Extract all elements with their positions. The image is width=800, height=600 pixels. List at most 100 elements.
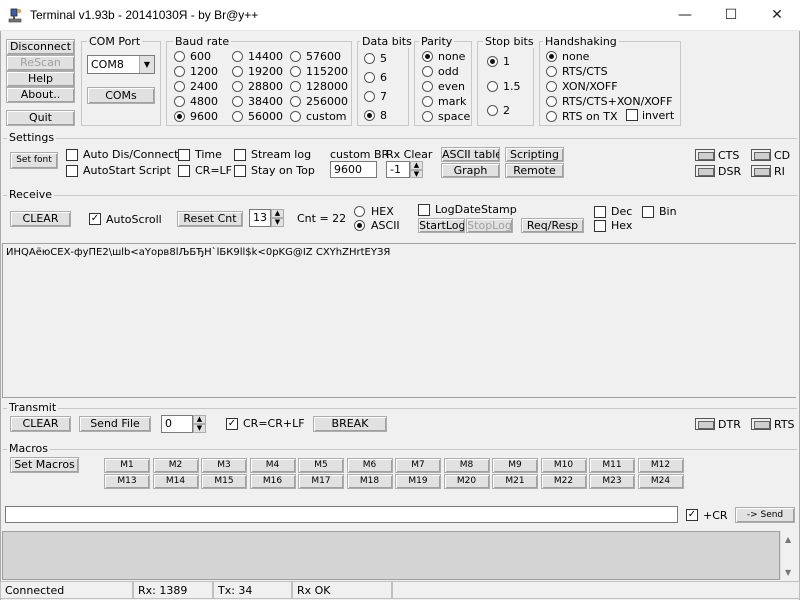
baud-57600-radio[interactable] bbox=[290, 51, 301, 62]
stay-on-top-checkbox[interactable] bbox=[234, 165, 246, 177]
set-font-button[interactable]: Set font bbox=[10, 152, 58, 169]
baud-2400-radio[interactable] bbox=[174, 81, 185, 92]
invert-checkbox[interactable] bbox=[626, 109, 638, 121]
handshaking-rts-cts-radio[interactable] bbox=[546, 66, 557, 77]
send-count-input[interactable]: 0 bbox=[161, 415, 193, 433]
baud-1200-radio[interactable] bbox=[174, 66, 185, 77]
maximize-button[interactable]: ☐ bbox=[708, 0, 754, 30]
data-bits-5-radio[interactable] bbox=[364, 53, 375, 64]
auto-dis-connect-checkbox[interactable] bbox=[66, 149, 78, 161]
stop-bits-1-radio[interactable] bbox=[487, 56, 498, 67]
bin-checkbox[interactable] bbox=[642, 206, 654, 218]
hex-checkbox[interactable] bbox=[594, 220, 606, 232]
req-resp-button[interactable]: Req/Resp bbox=[521, 218, 584, 233]
send-count-down-icon[interactable]: ▼ bbox=[193, 424, 206, 433]
custom-br-input[interactable]: 9600 bbox=[330, 161, 377, 178]
macro-m21-button[interactable]: M21 bbox=[492, 474, 538, 489]
baud-9600-radio[interactable] bbox=[174, 111, 185, 122]
baud-115200-radio[interactable] bbox=[290, 66, 301, 77]
baud-600-radio[interactable] bbox=[174, 51, 185, 62]
baud-19200-radio[interactable] bbox=[232, 66, 243, 77]
macro-m12-button[interactable]: M12 bbox=[637, 458, 684, 473]
receive-clear-button[interactable]: CLEAR bbox=[10, 211, 71, 227]
baud-4800-radio[interactable] bbox=[174, 96, 185, 107]
macro-m5-button[interactable]: M5 bbox=[298, 458, 344, 473]
reset-cnt-button[interactable]: Reset Cnt bbox=[177, 211, 243, 227]
com-port-select[interactable]: COM8 ▼ bbox=[87, 55, 155, 74]
macro-m22-button[interactable]: M22 bbox=[540, 474, 587, 489]
coms-button[interactable]: COMs bbox=[87, 87, 155, 104]
baud-56000-radio[interactable] bbox=[232, 111, 243, 122]
rts-led[interactable] bbox=[751, 418, 771, 430]
dec-checkbox[interactable] bbox=[594, 206, 606, 218]
macro-m10-button[interactable]: M10 bbox=[540, 458, 587, 473]
rescan-button[interactable]: ReScan bbox=[6, 55, 75, 71]
macro-m24-button[interactable]: M24 bbox=[637, 474, 684, 489]
macro-m11-button[interactable]: M11 bbox=[589, 458, 635, 473]
data-bits-7-radio[interactable] bbox=[364, 91, 375, 102]
cnt-up-icon[interactable]: ▲ bbox=[271, 209, 284, 218]
autostart-script-checkbox[interactable] bbox=[66, 165, 78, 177]
baud-custom-radio[interactable] bbox=[290, 111, 301, 122]
rx-clear-up-icon[interactable]: ▲ bbox=[410, 161, 423, 170]
start-log-button[interactable]: StartLog bbox=[418, 218, 465, 233]
receive-output[interactable]: ИНQАёюСЕХ-фуПЕ2\шlb<аYорв8lЉБЂН`lБК9ll$k… bbox=[2, 243, 796, 398]
handshaking-rts-on-tx-radio[interactable] bbox=[546, 111, 557, 122]
stop-bits-1-5-radio[interactable] bbox=[487, 81, 498, 92]
plus-cr-checkbox[interactable]: ✓ bbox=[686, 509, 698, 521]
send-input[interactable] bbox=[5, 506, 678, 523]
macro-m20-button[interactable]: M20 bbox=[443, 474, 490, 489]
ascii-radio[interactable] bbox=[354, 220, 365, 231]
close-button[interactable]: ✕ bbox=[754, 0, 800, 30]
macro-m6-button[interactable]: M6 bbox=[346, 458, 393, 473]
data-bits-8-radio[interactable] bbox=[364, 110, 375, 121]
parity-space-radio[interactable] bbox=[422, 111, 433, 122]
cr-crlf-checkbox[interactable]: ✓ bbox=[226, 418, 238, 430]
stop-log-button[interactable]: StopLog bbox=[466, 218, 513, 233]
transmit-log[interactable] bbox=[2, 531, 780, 580]
remote-button[interactable]: Remote bbox=[505, 163, 564, 178]
send-count-up-icon[interactable]: ▲ bbox=[193, 415, 206, 424]
transmit-clear-button[interactable]: CLEAR bbox=[10, 416, 71, 432]
scripting-button[interactable]: Scripting bbox=[505, 147, 564, 162]
break-button[interactable]: BREAK bbox=[313, 416, 387, 432]
handshaking-xon-xoff-radio[interactable] bbox=[546, 81, 557, 92]
cnt-down-icon[interactable]: ▼ bbox=[271, 218, 284, 227]
data-bits-6-radio[interactable] bbox=[364, 72, 375, 83]
hex-radio[interactable] bbox=[354, 206, 365, 217]
about-button[interactable]: About.. bbox=[6, 87, 75, 103]
parity-even-radio[interactable] bbox=[422, 81, 433, 92]
ascii-table-button[interactable]: ASCII table bbox=[441, 147, 500, 162]
macro-m13-button[interactable]: M13 bbox=[104, 474, 150, 489]
disconnect-button[interactable]: Disconnect bbox=[6, 39, 75, 55]
baud-14400-radio[interactable] bbox=[232, 51, 243, 62]
send-button[interactable]: -> Send bbox=[735, 507, 795, 523]
set-macros-button[interactable]: Set Macros bbox=[10, 457, 79, 473]
macro-m2-button[interactable]: M2 bbox=[152, 458, 199, 473]
parity-odd-radio[interactable] bbox=[422, 66, 433, 77]
macro-m15-button[interactable]: M15 bbox=[201, 474, 247, 489]
macro-m8-button[interactable]: M8 bbox=[443, 458, 490, 473]
log-date-stamp-checkbox[interactable] bbox=[418, 204, 430, 216]
macro-m19-button[interactable]: M19 bbox=[395, 474, 441, 489]
parity-mark-radio[interactable] bbox=[422, 96, 433, 107]
cr-lf-checkbox[interactable] bbox=[178, 165, 190, 177]
send-file-button[interactable]: Send File bbox=[79, 416, 151, 432]
macro-m23-button[interactable]: M23 bbox=[589, 474, 635, 489]
time-checkbox[interactable] bbox=[178, 149, 190, 161]
macro-m9-button[interactable]: M9 bbox=[492, 458, 538, 473]
scroll-down-icon[interactable]: ▼ bbox=[785, 568, 791, 577]
help-button[interactable]: Help bbox=[6, 71, 75, 87]
baud-28800-radio[interactable] bbox=[232, 81, 243, 92]
stream-log-checkbox[interactable] bbox=[234, 149, 246, 161]
macro-m14-button[interactable]: M14 bbox=[152, 474, 199, 489]
macro-m7-button[interactable]: M7 bbox=[395, 458, 441, 473]
rx-clear-input[interactable]: -1 bbox=[386, 161, 410, 178]
macro-m1-button[interactable]: M1 bbox=[104, 458, 150, 473]
transmit-log-scrollbar[interactable]: ▲ ▼ bbox=[780, 531, 797, 580]
rx-clear-down-icon[interactable]: ▼ bbox=[410, 170, 423, 178]
cnt-input[interactable]: 13 bbox=[249, 209, 271, 227]
scroll-up-icon[interactable]: ▲ bbox=[785, 535, 791, 544]
quit-button[interactable]: Quit bbox=[6, 110, 75, 126]
graph-button[interactable]: Graph bbox=[441, 163, 500, 178]
